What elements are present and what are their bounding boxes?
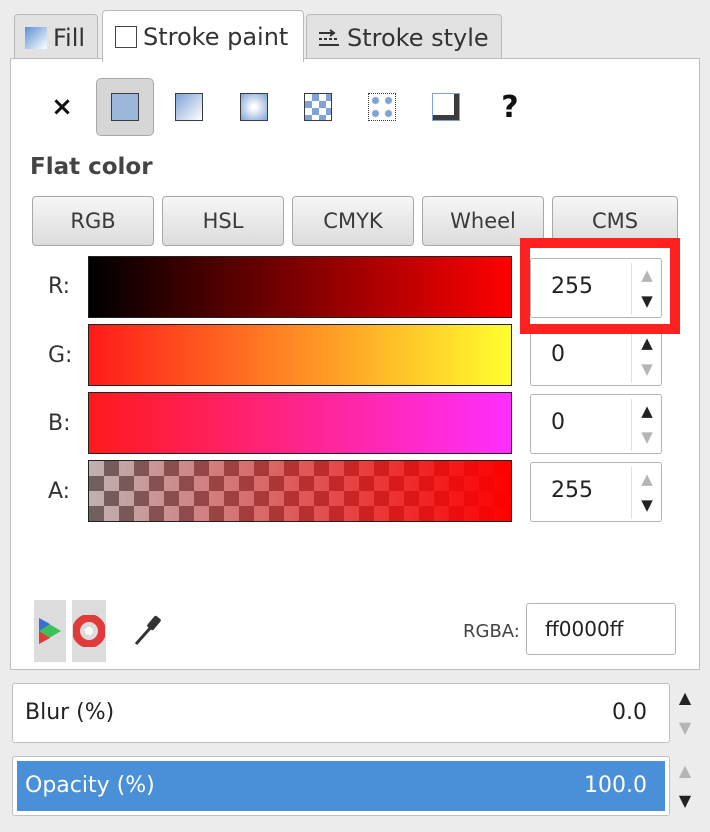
rgba-label: RGBA: xyxy=(463,621,520,642)
green-channel-label: G: xyxy=(48,343,73,368)
red-channel-label: R: xyxy=(48,274,71,299)
stroke-paint-icon xyxy=(115,25,137,48)
pattern-button[interactable] xyxy=(289,78,347,136)
tab-fill[interactable]: Fill xyxy=(14,14,98,60)
highlight-box xyxy=(520,238,680,334)
green-decrement-icon[interactable]: ▼ xyxy=(637,359,657,379)
color-scales-icon xyxy=(39,618,61,644)
rgba-input[interactable]: ff0000ff xyxy=(526,603,676,655)
alpha-value: 255 xyxy=(551,478,593,503)
blur-increment-icon[interactable]: ▲ xyxy=(672,683,698,713)
blue-spinbox[interactable]: 0 ▲ ▼ xyxy=(530,394,662,454)
color-wheel-button[interactable] xyxy=(72,600,106,662)
tab-stroke-style[interactable]: Stroke style xyxy=(306,14,502,60)
radial-gradient-icon xyxy=(240,93,268,121)
swatch-icon xyxy=(368,93,396,121)
stroke-style-icon xyxy=(317,27,341,49)
alpha-slider[interactable] xyxy=(88,460,512,522)
eyedropper-icon xyxy=(134,615,161,645)
pattern-icon xyxy=(304,93,332,121)
swatch-button[interactable] xyxy=(353,78,411,136)
tab-stroke-style-label: Stroke style xyxy=(347,23,489,52)
color-scales-button[interactable] xyxy=(34,600,66,662)
fill-gradient-icon xyxy=(25,26,47,49)
mesh-icon xyxy=(432,93,460,121)
alpha-spinbox[interactable]: 255 ▲ ▼ xyxy=(530,462,662,522)
linear-gradient-button[interactable] xyxy=(160,78,218,136)
tab-stroke-paint-label: Stroke paint xyxy=(143,22,289,51)
opacity-decrement-icon[interactable]: ▼ xyxy=(672,786,698,816)
blue-decrement-icon[interactable]: ▼ xyxy=(637,427,657,447)
blue-value: 0 xyxy=(551,410,565,435)
alpha-channel-label: A: xyxy=(48,479,71,504)
radial-gradient-button[interactable] xyxy=(225,78,283,136)
no-paint-button[interactable]: × xyxy=(33,78,91,136)
blur-decrement-icon[interactable]: ▼ xyxy=(672,713,698,743)
green-value: 0 xyxy=(551,342,565,367)
opacity-label: Opacity (%) xyxy=(25,773,155,798)
flat-color-icon xyxy=(111,93,139,121)
alpha-decrement-icon[interactable]: ▼ xyxy=(637,495,657,515)
alpha-increment-icon[interactable]: ▲ xyxy=(637,469,657,489)
opacity-increment-icon[interactable]: ▲ xyxy=(672,756,698,786)
blur-field[interactable]: Blur (%) 0.0 xyxy=(12,683,670,743)
color-wheel-icon xyxy=(73,615,105,647)
unset-paint-icon: ? xyxy=(501,89,519,125)
blur-spinner[interactable]: ▲ ▼ xyxy=(672,683,698,743)
blur-label: Blur (%) xyxy=(25,700,115,725)
linear-gradient-icon xyxy=(175,93,203,121)
eyedropper-button[interactable] xyxy=(130,608,166,652)
mode-rgb-button[interactable]: RGB xyxy=(32,196,154,246)
unset-paint-button[interactable]: ? xyxy=(481,78,539,136)
tab-fill-label: Fill xyxy=(53,23,86,52)
flat-color-button[interactable] xyxy=(96,78,154,136)
green-increment-icon[interactable]: ▲ xyxy=(637,333,657,353)
tab-stroke-paint[interactable]: Stroke paint xyxy=(102,10,304,62)
red-slider[interactable] xyxy=(88,256,512,318)
mode-cmyk-button[interactable]: CMYK xyxy=(292,196,414,246)
green-slider[interactable] xyxy=(88,324,512,386)
flat-color-heading: Flat color xyxy=(30,154,153,180)
blue-slider[interactable] xyxy=(88,392,512,454)
blur-value: 0.0 xyxy=(612,700,647,725)
opacity-spinner[interactable]: ▲ ▼ xyxy=(672,756,698,816)
green-spinbox[interactable]: 0 ▲ ▼ xyxy=(530,326,662,386)
blue-increment-icon[interactable]: ▲ xyxy=(637,401,657,421)
no-paint-icon: × xyxy=(51,92,73,122)
opacity-value: 100.0 xyxy=(584,773,647,798)
blue-channel-label: B: xyxy=(48,411,71,436)
mode-hsl-button[interactable]: HSL xyxy=(162,196,284,246)
mesh-button[interactable] xyxy=(417,78,475,136)
opacity-field[interactable]: Opacity (%) 100.0 xyxy=(12,756,670,816)
